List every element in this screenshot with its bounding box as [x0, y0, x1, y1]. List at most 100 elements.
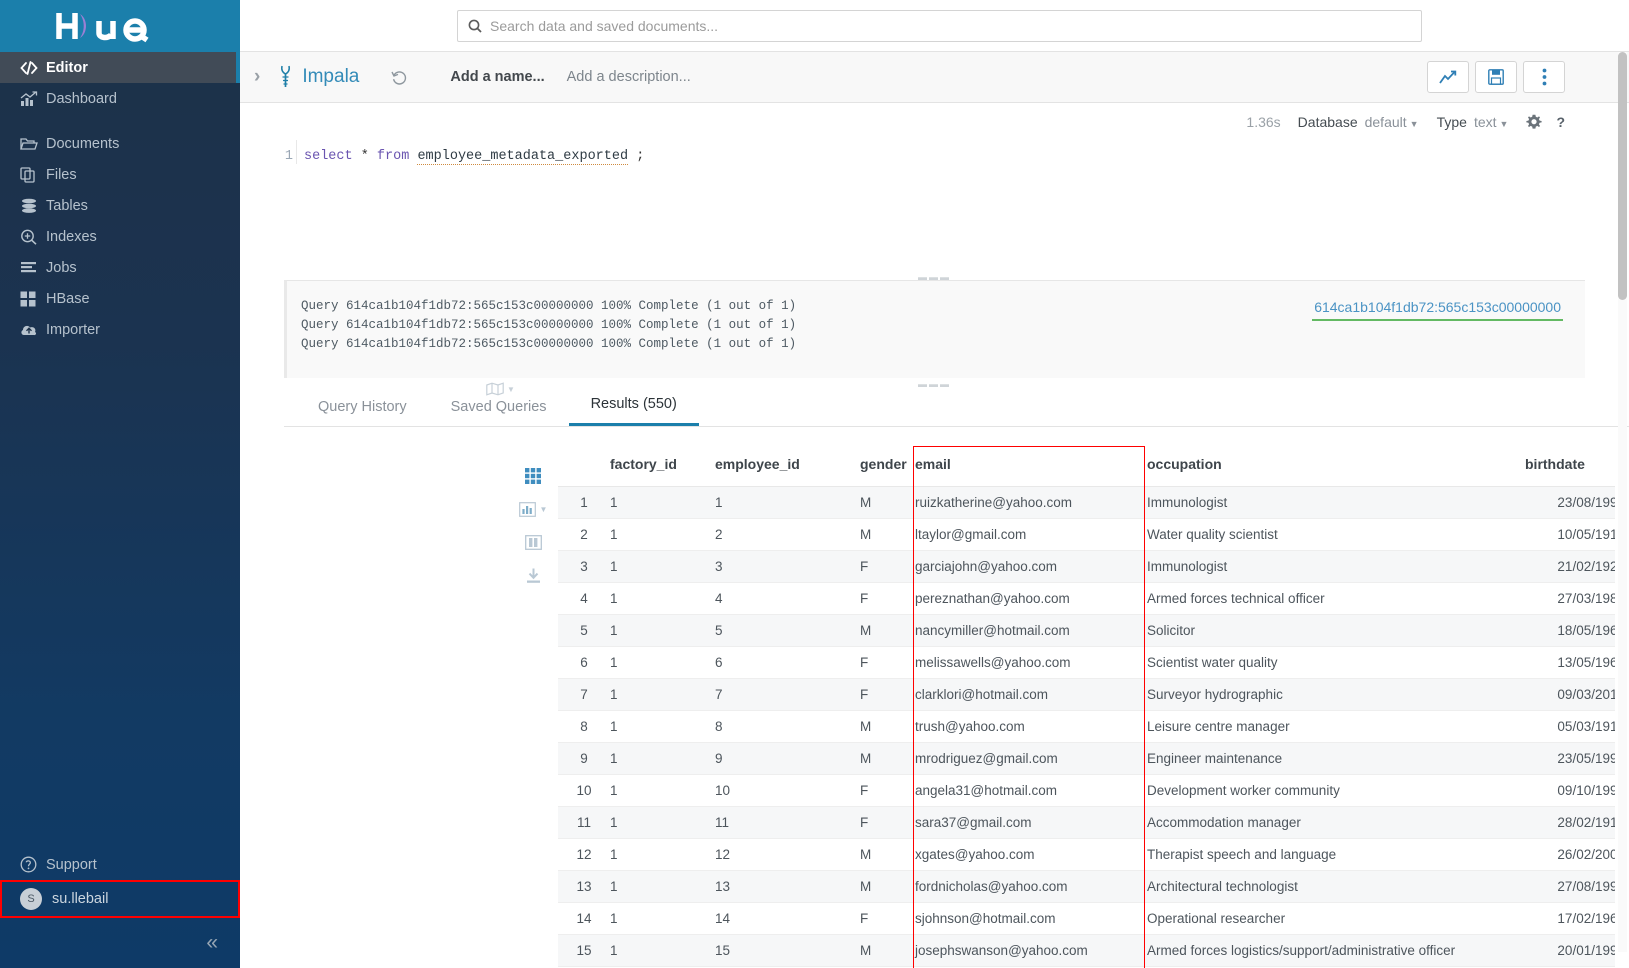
column-header-birthdate[interactable]: birthdate: [1515, 444, 1615, 487]
sidebar-item-label: Editor: [46, 59, 88, 76]
add-description-field[interactable]: Add a description...: [567, 69, 691, 85]
sidebar-item-files[interactable]: Files: [0, 159, 240, 190]
column-header-email[interactable]: email: [905, 444, 1137, 487]
expand-assist-panel-button[interactable]: ›: [248, 66, 266, 88]
table-row[interactable]: 8 1 8 Mtrush@yahoo.com Leisure centre manage…: [558, 710, 1615, 743]
cell-index: 10: [558, 774, 600, 807]
column-header-factory_id[interactable]: factory_id: [600, 444, 705, 487]
cell-employee_id: 14: [705, 902, 850, 935]
hue-logo-text: [55, 9, 185, 43]
cell-email: josephswanson@yahoo.com: [905, 934, 1137, 967]
user-label: su.llebail: [52, 891, 109, 907]
page-scrollbar[interactable]: [1618, 52, 1627, 952]
user-account-item[interactable]: S su.llebail: [0, 880, 240, 918]
table-row[interactable]: 13 1 13 Mfordnicholas@yahoo.com Architectura…: [558, 870, 1615, 903]
table-row[interactable]: 3 1 3 Fgarciajohn@yahoo.com Immunologist 21/0…: [558, 550, 1615, 583]
save-button[interactable]: [1475, 61, 1517, 93]
code-icon: [20, 60, 46, 75]
table-row[interactable]: 6 1 6 Fmelissawells@yahoo.com Scientist wate…: [558, 646, 1615, 679]
sidebar-item-dashboard[interactable]: Dashboard: [0, 83, 240, 114]
table-row[interactable]: 11 1 11 Fsara37@gmail.com Accommodation mana…: [558, 806, 1615, 839]
table-row[interactable]: 5 1 5 Mnancymiller@hotmail.com Solicitor 18/0…: [558, 614, 1615, 647]
tab-results[interactable]: Results (550): [568, 396, 699, 426]
cell-occupation: Solicitor: [1137, 614, 1515, 647]
table-row[interactable]: 2 1 2 Mltaylor@gmail.com Water quality scien…: [558, 518, 1615, 551]
cell-occupation: Therapist speech and language: [1137, 838, 1515, 871]
code-line[interactable]: select * from employee_metadata_exported…: [297, 140, 645, 165]
cell-gender: F: [850, 550, 905, 583]
engine-name[interactable]: Impala: [302, 66, 359, 88]
sql-editor[interactable]: 1 select * from employee_metadata_export…: [240, 140, 1629, 396]
sidebar-item-support[interactable]: Support: [0, 849, 240, 880]
type-selector[interactable]: text ▼: [1474, 114, 1509, 130]
editor-meta-bar: 1.36s Database default ▼ Type text ▼ ?: [240, 103, 1629, 140]
cell-factory_id: 1: [600, 806, 705, 839]
cell-index: 5: [558, 614, 600, 647]
cell-occupation: Leisure centre manager: [1137, 710, 1515, 743]
hbase-icon: [20, 291, 46, 307]
columns-view-icon[interactable]: [524, 535, 542, 550]
map-icon: [486, 382, 504, 396]
files-icon: [20, 166, 46, 183]
results-table: factory_id employee_id gender email occu…: [558, 444, 1615, 967]
sidebar-item-tables[interactable]: Tables: [0, 190, 240, 221]
cell-factory_id: 1: [600, 582, 705, 615]
sidebar-bottom: Support S su.llebail «: [0, 849, 240, 968]
indexes-icon: [20, 229, 46, 245]
table-row[interactable]: 10 1 10 Fangela31@hotmail.com Development wo…: [558, 774, 1615, 807]
page-scrollbar-thumb[interactable]: [1618, 52, 1627, 300]
chart-button[interactable]: [1427, 61, 1469, 93]
sidebar-item-label: Files: [46, 166, 77, 183]
app-logo[interactable]: [0, 0, 240, 52]
column-header-employee_id[interactable]: employee_id: [705, 444, 850, 487]
sidebar-item-importer[interactable]: Importer: [0, 314, 240, 345]
cell-index: 4: [558, 582, 600, 615]
hue-wordmark-icon: [56, 13, 149, 43]
cell-birthdate: 28/02/1912: [1515, 806, 1615, 839]
query-log-panel: Query 614ca1b104f1db72:565c153c00000000 …: [284, 280, 1585, 378]
collapse-sidebar-button[interactable]: «: [206, 931, 218, 955]
table-row[interactable]: 14 1 14 Fsjohnson@hotmail.com Operational re…: [558, 902, 1615, 935]
cell-occupation: Armed forces technical officer: [1137, 582, 1515, 615]
sidebar-item-indexes[interactable]: Indexes: [0, 221, 240, 252]
cell-occupation: Development worker community: [1137, 774, 1515, 807]
sidebar-item-documents[interactable]: Documents: [0, 128, 240, 159]
database-selector[interactable]: default ▼: [1365, 114, 1419, 130]
cell-employee_id: 8: [705, 710, 850, 743]
cell-occupation: Surveyor hydrographic: [1137, 678, 1515, 711]
tab-query-history[interactable]: Query History: [296, 399, 429, 426]
sql-terminator: ;: [636, 149, 645, 164]
download-icon[interactable]: [526, 568, 541, 584]
cell-index: 11: [558, 806, 600, 839]
cell-factory_id: 1: [600, 678, 705, 711]
grid-view-icon[interactable]: [525, 468, 541, 484]
help-button[interactable]: ?: [1556, 114, 1565, 130]
column-header-index[interactable]: [558, 444, 600, 487]
more-button[interactable]: [1523, 61, 1565, 93]
cell-index: 12: [558, 838, 600, 871]
table-row[interactable]: 4 1 4 Fpereznathan@yahoo.com Armed forces te…: [558, 582, 1615, 615]
table-row[interactable]: 12 1 12 Mxgates@yahoo.com Therapist speech a…: [558, 838, 1615, 871]
cell-email: ruizkatherine@yahoo.com: [905, 486, 1137, 519]
column-header-gender[interactable]: gender: [850, 444, 907, 487]
sidebar-item-jobs[interactable]: Jobs: [0, 252, 240, 283]
query-id-link[interactable]: 614ca1b104f1db72:565c153c00000000: [1312, 295, 1563, 321]
settings-button[interactable]: [1526, 114, 1543, 130]
table-row[interactable]: 1 1 1 Mruizkatherine@yahoo.com Immunologist 2…: [558, 486, 1615, 519]
add-name-field[interactable]: Add a name...: [450, 69, 544, 85]
global-search[interactable]: [457, 9, 1422, 42]
cell-index: 15: [558, 934, 600, 967]
sidebar-item-editor[interactable]: Editor: [0, 52, 240, 83]
table-row[interactable]: 7 1 7 Fclarklori@hotmail.com Surveyor hydrog…: [558, 678, 1615, 711]
column-header-occupation[interactable]: occupation: [1137, 444, 1515, 487]
table-row[interactable]: 15 1 15 Mjosephswanson@yahoo.com Armed force…: [558, 934, 1615, 967]
history-revert-icon[interactable]: [391, 69, 408, 86]
table-row[interactable]: 9 1 9 Mmrodriguez@gmail.com Engineer mainten…: [558, 742, 1615, 775]
sql-table-name: employee_metadata_exported: [417, 149, 629, 165]
query-map-button[interactable]: ▼: [486, 382, 515, 396]
chart-view-icon[interactable]: ▼: [518, 502, 547, 517]
search-input[interactable]: [490, 17, 1411, 34]
sidebar-nav: Editor Dashboard Documents Files Tables …: [0, 52, 240, 345]
tab-saved-queries[interactable]: Saved Queries: [429, 399, 569, 426]
sidebar-item-hbase[interactable]: HBase: [0, 283, 240, 314]
